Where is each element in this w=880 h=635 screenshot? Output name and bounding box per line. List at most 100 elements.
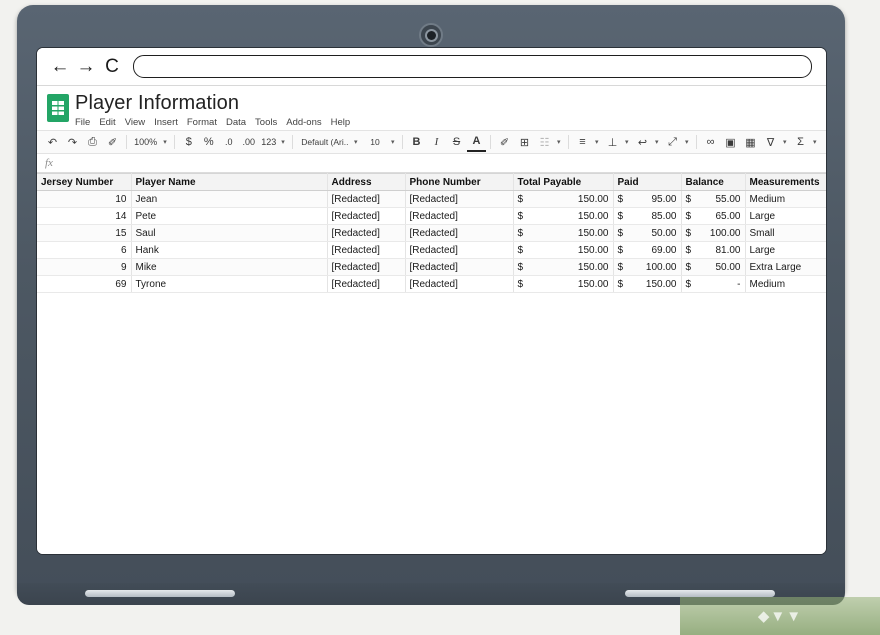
cell-balance[interactable]: $50.00	[681, 258, 746, 276]
cell-player-name[interactable]: Pete	[131, 207, 328, 225]
fill-color-icon[interactable]: ✐	[495, 133, 514, 151]
column-header-jersey-number[interactable]: Jersey Number	[37, 173, 132, 191]
cell-player-name[interactable]: Mike	[131, 258, 328, 276]
font-size-chevron-down-icon[interactable]: ▾	[389, 138, 398, 146]
cell-jersey-number[interactable]: 69	[37, 275, 132, 293]
insert-chart-icon[interactable]: ▦	[741, 133, 760, 151]
insert-link-icon[interactable]: ∞	[701, 133, 720, 151]
cell-jersey-number[interactable]: 14	[37, 207, 132, 225]
text-rotation-icon[interactable]: ⤢	[663, 133, 682, 151]
cell-paid[interactable]: $95.00	[613, 190, 682, 208]
borders-icon[interactable]: ⊞	[515, 133, 534, 151]
cell-jersey-number[interactable]: 9	[37, 258, 132, 276]
cell-total-payable[interactable]: $150.00	[513, 224, 614, 242]
text-wrap-icon[interactable]: ↩	[633, 133, 652, 151]
cell-address[interactable]: [Redacted]	[327, 207, 406, 225]
cell-player-name[interactable]: Hank	[131, 241, 328, 259]
cell-measurements[interactable]: Medium	[745, 275, 826, 293]
menu-item-addons[interactable]: Add-ons	[286, 117, 321, 128]
decrease-decimal-icon[interactable]: .0	[219, 133, 238, 151]
filter-chevron-down-icon[interactable]: ▾	[781, 138, 790, 146]
cell-address[interactable]: [Redacted]	[327, 275, 406, 293]
functions-icon[interactable]: Σ	[791, 133, 810, 151]
column-header-player-name[interactable]: Player Name	[131, 173, 328, 191]
table-row[interactable]: 10 Jean [Redacted] [Redacted] $150.00 $95.00 $…	[37, 190, 826, 208]
cell-paid[interactable]: $85.00	[613, 207, 682, 225]
cell-total-payable[interactable]: $150.00	[513, 207, 614, 225]
cell-address[interactable]: [Redacted]	[327, 258, 406, 276]
cell-balance[interactable]: $65.00	[681, 207, 746, 225]
cell-measurements[interactable]: Medium	[745, 190, 826, 208]
column-header-paid[interactable]: Paid	[613, 173, 682, 191]
zoom-selector[interactable]: 100%	[131, 133, 160, 151]
cell-balance[interactable]: $55.00	[681, 190, 746, 208]
url-input[interactable]	[133, 55, 812, 78]
cell-measurements[interactable]: Extra Large	[745, 258, 826, 276]
menu-item-view[interactable]: View	[125, 117, 145, 128]
bold-icon[interactable]: B	[407, 133, 426, 151]
cell-total-payable[interactable]: $150.00	[513, 241, 614, 259]
cell-phone-number[interactable]: [Redacted]	[405, 275, 514, 293]
column-header-total-payable[interactable]: Total Payable	[513, 173, 614, 191]
rotation-chevron-down-icon[interactable]: ▾	[683, 138, 692, 146]
cell-paid[interactable]: $100.00	[613, 258, 682, 276]
column-header-address[interactable]: Address	[327, 173, 406, 191]
table-row[interactable]: 14 Pete [Redacted] [Redacted] $150.00 $85.00 $…	[37, 207, 826, 225]
cell-player-name[interactable]: Saul	[131, 224, 328, 242]
table-row[interactable]: 6 Hank [Redacted] [Redacted] $150.00 $69.00 $8…	[37, 241, 826, 259]
column-header-phone-number[interactable]: Phone Number	[405, 173, 514, 191]
percent-format-icon[interactable]: %	[199, 133, 218, 151]
cell-measurements[interactable]: Large	[745, 241, 826, 259]
insert-comment-icon[interactable]: ▣	[721, 133, 740, 151]
filter-icon[interactable]: ∇	[761, 133, 780, 151]
cell-jersey-number[interactable]: 10	[37, 190, 132, 208]
cell-paid[interactable]: $69.00	[613, 241, 682, 259]
cell-balance[interactable]: $100.00	[681, 224, 746, 242]
cell-balance[interactable]: $ -	[681, 275, 746, 293]
google-sheets-icon[interactable]	[47, 94, 69, 122]
cell-phone-number[interactable]: [Redacted]	[405, 190, 514, 208]
strikethrough-icon[interactable]: S	[447, 133, 466, 151]
italic-icon[interactable]: I	[427, 133, 446, 151]
menu-item-format[interactable]: Format	[187, 117, 217, 128]
font-family-chevron-down-icon[interactable]: ▾	[352, 138, 361, 146]
wrap-chevron-down-icon[interactable]: ▾	[653, 138, 662, 146]
number-format-selector[interactable]: 123	[259, 133, 278, 151]
document-title[interactable]: Player Information	[75, 92, 350, 114]
table-row[interactable]: 69 Tyrone [Redacted] [Redacted] $150.00 $150.…	[37, 275, 826, 293]
print-icon[interactable]: ⎙	[83, 133, 102, 151]
menu-item-data[interactable]: Data	[226, 117, 246, 128]
functions-chevron-down-icon[interactable]: ▾	[811, 138, 820, 146]
cell-phone-number[interactable]: [Redacted]	[405, 207, 514, 225]
cell-total-payable[interactable]: $150.00	[513, 258, 614, 276]
increase-decimal-icon[interactable]: .00	[239, 133, 258, 151]
number-format-chevron-down-icon[interactable]: ▾	[279, 138, 288, 146]
text-color-icon[interactable]: A	[467, 132, 486, 152]
vertical-align-icon[interactable]: ⊥	[603, 133, 622, 151]
formula-bar[interactable]: fx	[37, 154, 826, 173]
horizontal-align-icon[interactable]: ≡	[573, 133, 592, 151]
table-row[interactable]: 9 Mike [Redacted] [Redacted] $150.00 $100.00 $…	[37, 258, 826, 276]
cell-phone-number[interactable]: [Redacted]	[405, 241, 514, 259]
merge-cells-icon[interactable]: ☷	[535, 133, 554, 151]
column-header-balance[interactable]: Balance	[681, 173, 746, 191]
cell-balance[interactable]: $81.00	[681, 241, 746, 259]
menu-item-file[interactable]: File	[75, 117, 90, 128]
cell-measurements[interactable]: Large	[745, 207, 826, 225]
font-family-selector[interactable]: Default (Ari..	[297, 133, 351, 151]
cell-measurements[interactable]: Small	[745, 224, 826, 242]
back-icon[interactable]: ←	[47, 54, 73, 80]
cell-paid[interactable]: $50.00	[613, 224, 682, 242]
currency-format-icon[interactable]: $	[179, 133, 198, 151]
cell-address[interactable]: [Redacted]	[327, 224, 406, 242]
cell-jersey-number[interactable]: 15	[37, 224, 132, 242]
font-size-selector[interactable]: 10	[362, 133, 388, 151]
cell-address[interactable]: [Redacted]	[327, 190, 406, 208]
table-row[interactable]: 15 Saul [Redacted] [Redacted] $150.00 $50.00 $…	[37, 224, 826, 242]
cell-player-name[interactable]: Jean	[131, 190, 328, 208]
redo-icon[interactable]: ↷	[63, 133, 82, 151]
valign-chevron-down-icon[interactable]: ▾	[623, 138, 632, 146]
cell-total-payable[interactable]: $150.00	[513, 275, 614, 293]
zoom-chevron-down-icon[interactable]: ▾	[161, 138, 170, 146]
reload-icon[interactable]: C	[99, 54, 125, 80]
